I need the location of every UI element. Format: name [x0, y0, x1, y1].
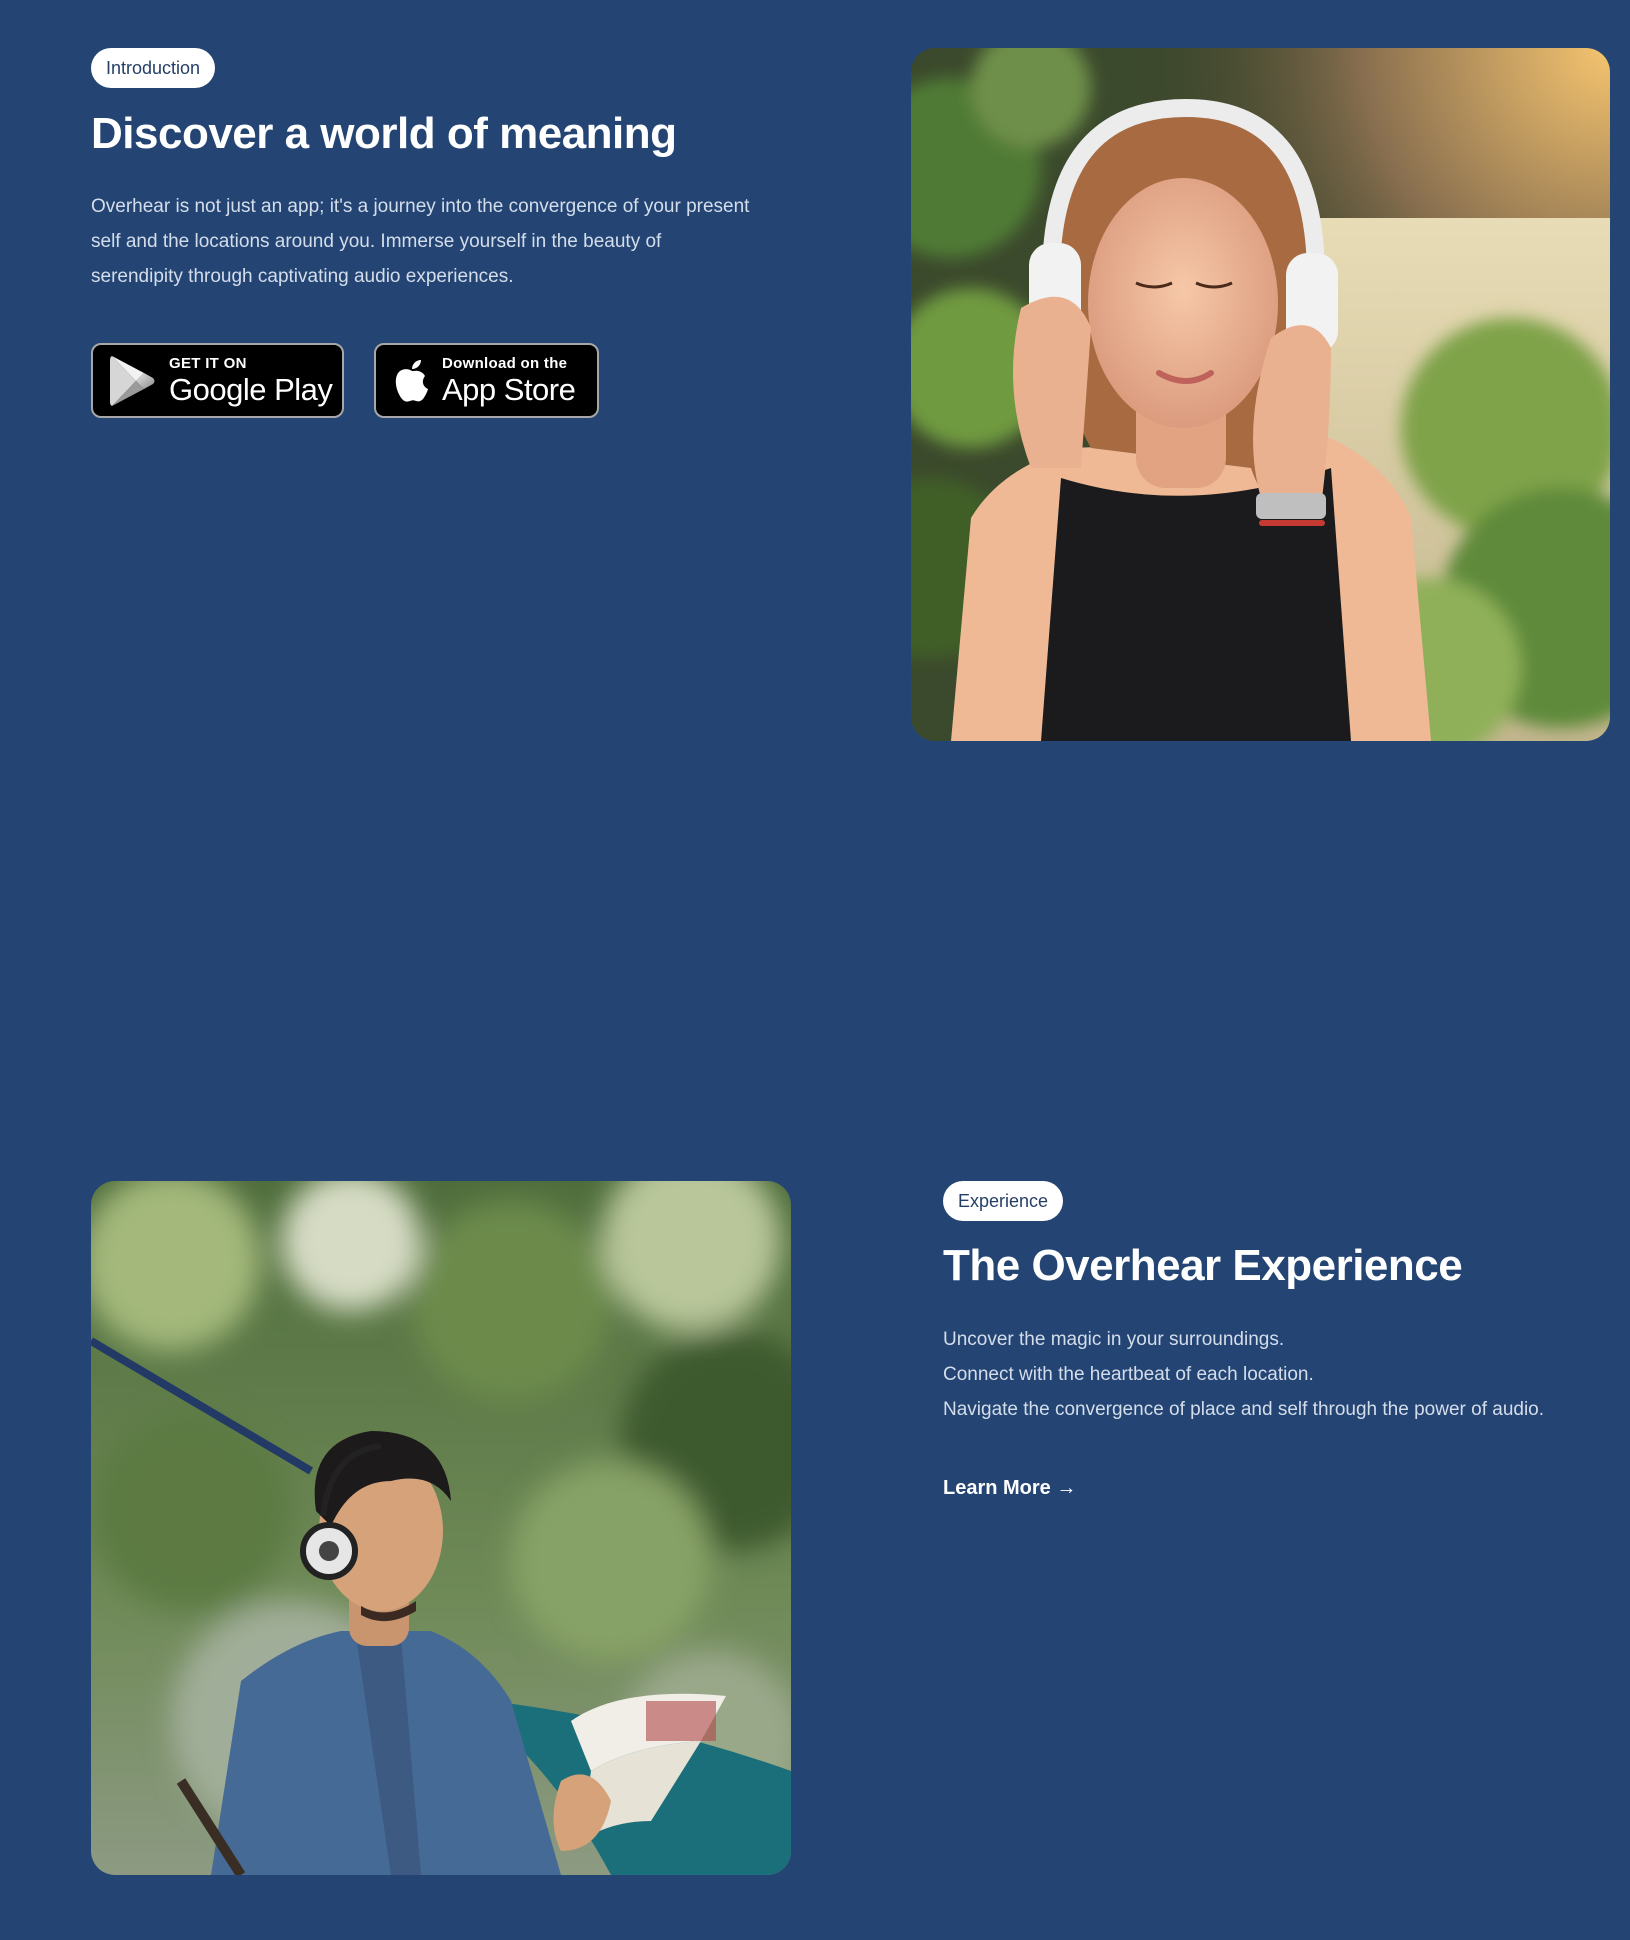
google-play-big-text: Google Play — [169, 372, 333, 407]
app-store-button[interactable]: Download on the App Store — [374, 343, 599, 418]
experience-badge: Experience — [943, 1181, 1064, 1221]
experience-description-line: Navigate the convergence of place and se… — [943, 1399, 1545, 1420]
intro-badge: Introduction — [91, 48, 216, 88]
woman-headphones-photo — [911, 48, 1610, 741]
experience-description-line: Connect with the heartbeat of each locat… — [943, 1364, 1314, 1385]
app-store-small-text: Download on the — [442, 355, 568, 372]
intro-description: Overhear is not just an app; it's a jour… — [91, 189, 749, 294]
intro-description-line: self and the locations around you. Immer… — [91, 231, 662, 252]
experience-heading: The Overhear Experience — [943, 1241, 1463, 1290]
intro-description-line: Overhear is not just an app; it's a jour… — [91, 196, 750, 217]
experience-description-line: Uncover the magic in your surroundings. — [943, 1329, 1285, 1350]
google-play-small-text: GET IT ON — [169, 355, 247, 372]
app-store-big-text: App Store — [442, 372, 576, 407]
google-play-icon — [109, 355, 157, 407]
learn-more-link[interactable]: Learn More → — [943, 1477, 1076, 1500]
apple-icon — [392, 355, 432, 407]
man-reading-photo — [91, 1181, 791, 1875]
intro-description-line: serendipity through captivating audio ex… — [91, 266, 514, 287]
intro-heading: Discover a world of meaning — [91, 109, 677, 158]
google-play-button[interactable]: GET IT ON Google Play — [91, 343, 344, 418]
experience-description: Uncover the magic in your surroundings. … — [943, 1322, 1544, 1427]
